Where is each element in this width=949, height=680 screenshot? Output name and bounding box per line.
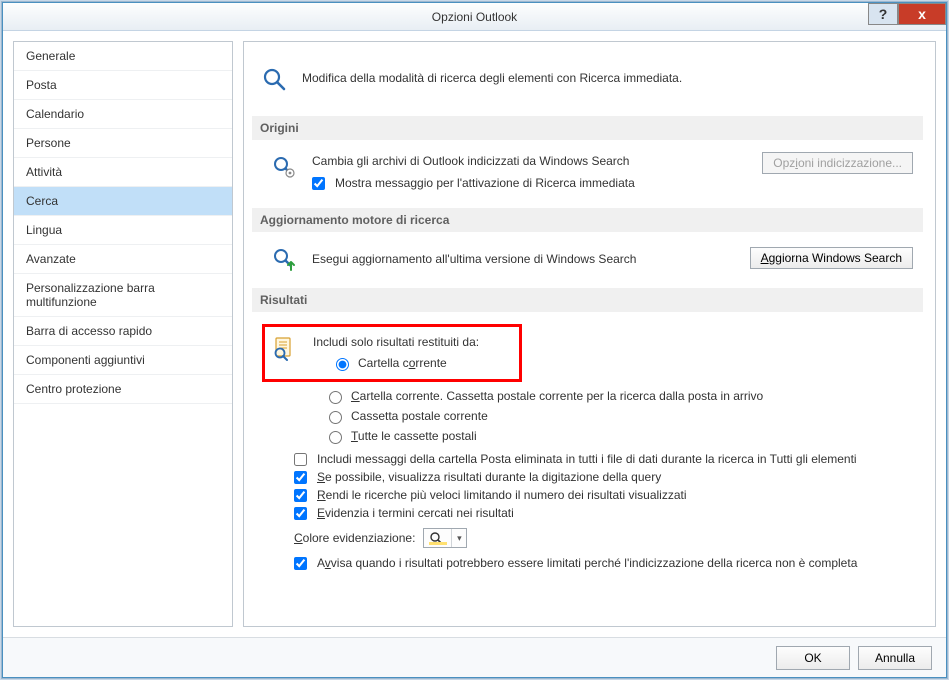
sidebar-item-lingua[interactable]: Lingua <box>14 216 232 245</box>
outlook-options-dialog: Opzioni Outlook ? x GeneralePostaCalenda… <box>2 2 947 678</box>
sidebar-item-persone[interactable]: Persone <box>14 129 232 158</box>
sidebar-item-personalizzazione-barra-multifunzione[interactable]: Personalizzazione barra multifunzione <box>14 274 232 317</box>
callout-highlight: Includi solo risultati restituiti da: Ca… <box>262 324 522 382</box>
highlight-color-swatch-icon <box>424 529 452 547</box>
chevron-down-icon: ▾ <box>452 529 466 547</box>
sidebar-item-generale[interactable]: Generale <box>14 42 232 71</box>
indexing-options-button[interactable]: Opzioni indicizzazione... <box>762 152 913 174</box>
show-activation-message-input[interactable] <box>312 177 325 190</box>
sidebar-item-avanzate[interactable]: Avanzate <box>14 245 232 274</box>
section-header-origini: Origini <box>252 116 923 140</box>
sidebar-item-calendario[interactable]: Calendario <box>14 100 232 129</box>
sidebar-item-posta[interactable]: Posta <box>14 71 232 100</box>
results-check-3[interactable]: Evidenzia i termini cercati nei risultat… <box>294 504 913 522</box>
help-button[interactable]: ? <box>868 3 898 25</box>
radio-current-folder-inbox[interactable]: Cartella corrente. Cassetta postale corr… <box>324 386 913 406</box>
cancel-button[interactable]: Annulla <box>858 646 932 670</box>
ok-button[interactable]: OK <box>776 646 850 670</box>
sidebar-item-componenti-aggiuntivi[interactable]: Componenti aggiuntivi <box>14 346 232 375</box>
titlebar-buttons: ? x <box>868 3 946 25</box>
section-agg: Esegui aggiornamento all'ultima versione… <box>252 240 923 282</box>
show-activation-message-checkbox[interactable]: Mostra messaggio per l'attivazione di Ri… <box>312 174 748 192</box>
include-results-label: Includi solo risultati restituiti da: <box>313 335 511 353</box>
search-icon <box>260 64 288 92</box>
highlight-color-dropdown[interactable]: ▾ <box>423 528 467 548</box>
radio-all-mailboxes[interactable]: Tutte le cassette postali <box>324 426 913 446</box>
agg-line: Esegui aggiornamento all'ultima versione… <box>312 252 636 266</box>
section-header-risultati: Risultati <box>252 288 923 312</box>
sidebar: GeneralePostaCalendarioPersoneAttivitàCe… <box>13 41 233 627</box>
origini-line: Cambia gli archivi di Outlook indicizzat… <box>312 154 748 174</box>
dialog-footer: OK Annulla <box>3 637 946 677</box>
titlebar: Opzioni Outlook ? x <box>3 3 946 31</box>
sidebar-item-cerca[interactable]: Cerca <box>14 187 232 216</box>
search-update-icon <box>270 244 298 272</box>
results-check-0[interactable]: Includi messaggi della cartella Posta el… <box>294 450 913 468</box>
highlight-color-label: Colore evidenziazione: <box>294 531 415 545</box>
update-windows-search-button[interactable]: Aggiorna Windows Search <box>750 247 913 269</box>
search-results-icon <box>271 333 299 361</box>
sidebar-item-centro-protezione[interactable]: Centro protezione <box>14 375 232 404</box>
results-check-1[interactable]: Se possibile, visualizza risultati duran… <box>294 468 913 486</box>
radio-current-folder[interactable]: Cartella corrente <box>331 353 511 373</box>
dialog-body: GeneralePostaCalendarioPersoneAttivitàCe… <box>3 31 946 637</box>
sidebar-item-barra-di-accesso-rapido[interactable]: Barra di accesso rapido <box>14 317 232 346</box>
highlight-color-row: Colore evidenziazione: ▾ <box>262 522 913 554</box>
search-gear-icon <box>270 152 298 180</box>
close-button[interactable]: x <box>898 3 946 25</box>
section-origini: Cambia gli archivi di Outlook indicizzat… <box>252 148 923 202</box>
intro-text: Modifica della modalità di ricerca degli… <box>302 71 682 85</box>
content-pane: Modifica della modalità di ricerca degli… <box>243 41 936 627</box>
results-check-2[interactable]: Rendi le ricerche più veloci limitando i… <box>294 486 913 504</box>
sidebar-item-attività[interactable]: Attività <box>14 158 232 187</box>
section-risultati: Includi solo risultati restituiti da: Ca… <box>252 320 923 582</box>
radio-current-mailbox[interactable]: Cassetta postale corrente <box>324 406 913 426</box>
warn-incomplete-index-checkbox[interactable]: Avvisa quando i risultati potrebbero ess… <box>294 554 913 572</box>
window-title: Opzioni Outlook <box>432 10 517 24</box>
intro-row: Modifica della modalità di ricerca degli… <box>252 50 923 110</box>
section-header-agg: Aggiornamento motore di ricerca <box>252 208 923 232</box>
